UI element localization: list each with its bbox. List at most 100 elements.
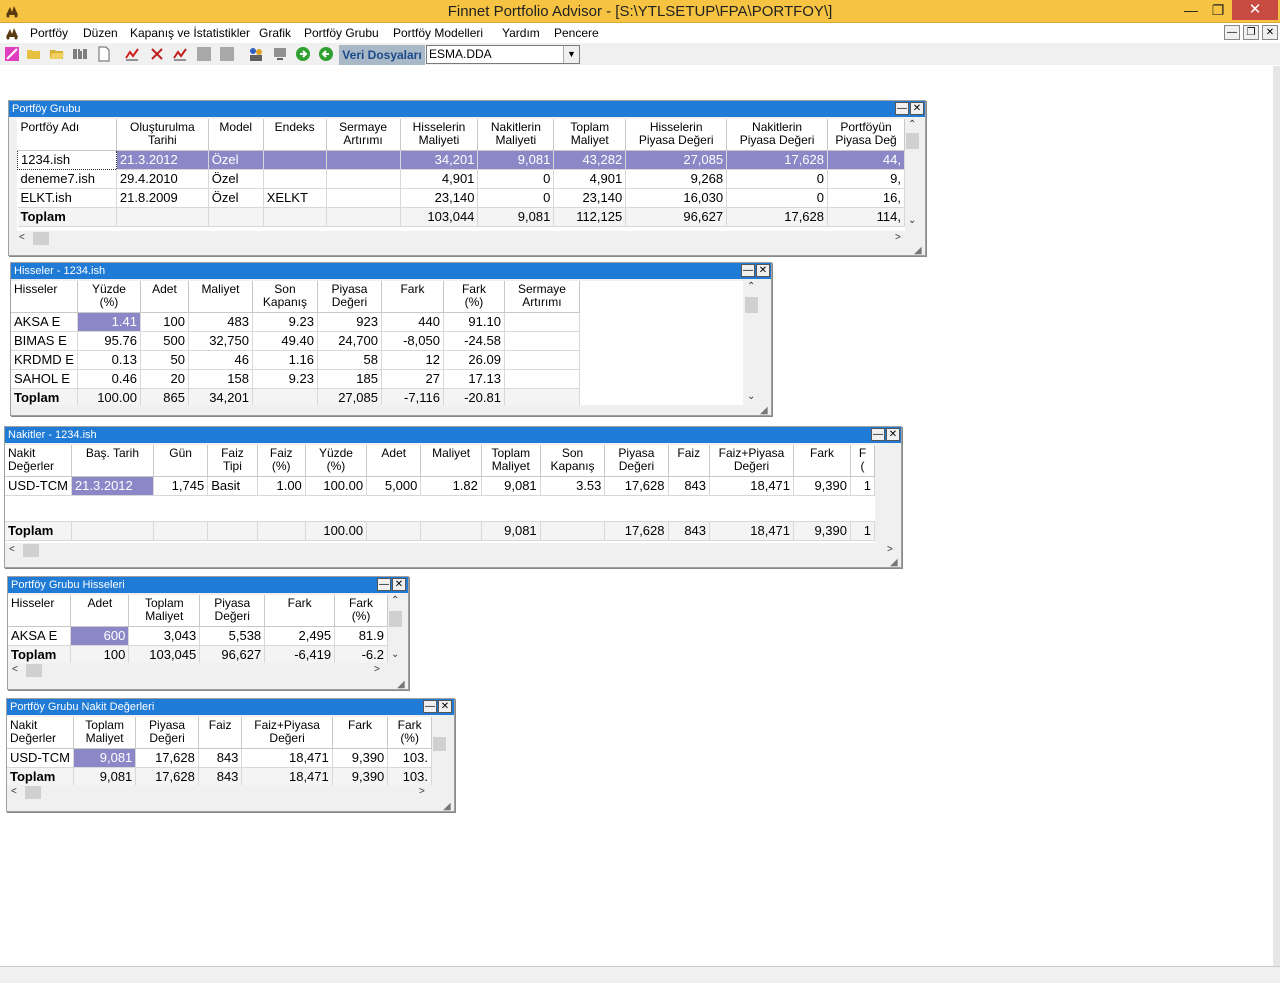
scroll-thumb[interactable] bbox=[23, 544, 39, 557]
scroll-thumb[interactable] bbox=[33, 232, 49, 245]
column-header[interactable]: Fark bbox=[793, 445, 851, 477]
column-header[interactable]: Hisseler bbox=[11, 281, 78, 313]
magic-icon[interactable] bbox=[4, 46, 20, 62]
column-header[interactable]: Toplam Maliyet bbox=[73, 717, 137, 749]
column-header[interactable]: F ( bbox=[850, 445, 875, 477]
resize-grip-icon[interactable]: ◢ bbox=[914, 245, 925, 255]
scroll-right-icon[interactable]: > bbox=[887, 544, 893, 555]
column-header[interactable]: Toplam Maliyet bbox=[128, 595, 201, 627]
folder-icon[interactable] bbox=[49, 46, 65, 62]
column-header[interactable]: Faiz+Piyasa Değeri bbox=[241, 717, 333, 749]
table-row[interactable]: ELKT.ish 21.8.2009 Özel XELKT 23,140 0 23,140 1… bbox=[17, 188, 905, 208]
minimize-button[interactable]: — bbox=[1176, 0, 1206, 20]
window-close-button[interactable]: ✕ bbox=[886, 428, 900, 441]
forward-arrow-icon[interactable] bbox=[295, 46, 311, 62]
mdi-close-button[interactable]: ✕ bbox=[1262, 25, 1278, 40]
people-icon[interactable] bbox=[248, 46, 264, 62]
scroll-left-icon[interactable]: < bbox=[12, 664, 18, 675]
window-close-button[interactable]: ✕ bbox=[756, 264, 770, 277]
scroll-right-icon[interactable]: > bbox=[419, 786, 425, 797]
window-minimize-button[interactable]: — bbox=[741, 264, 755, 277]
window-caption[interactable]: Portföy Grubu Hisseleri bbox=[8, 577, 408, 593]
window-caption[interactable]: Nakitler - 1234.ish bbox=[5, 427, 901, 443]
table-row[interactable]: USD-TCM 9,081 17,628 843 18,471 9,390 103. bbox=[7, 748, 432, 768]
window-close-button[interactable]: ✕ bbox=[910, 102, 924, 115]
column-header[interactable]: Piyasa Değeri bbox=[135, 717, 199, 749]
window-minimize-button[interactable]: — bbox=[895, 102, 909, 115]
column-header[interactable]: Oluşturulma Tarihi bbox=[116, 119, 209, 151]
barcode-icon[interactable] bbox=[72, 46, 88, 62]
column-header[interactable]: Faiz (%) bbox=[257, 445, 306, 477]
new-document-icon[interactable] bbox=[96, 46, 112, 62]
column-header[interactable]: Hisseler bbox=[8, 595, 72, 627]
chart-edit-icon[interactable] bbox=[172, 46, 188, 62]
window-minimize-button[interactable]: — bbox=[423, 700, 437, 713]
column-header[interactable]: Adet bbox=[366, 445, 422, 477]
column-header[interactable]: Nakitlerin Maliyeti bbox=[477, 119, 555, 151]
mdi-restore-button[interactable]: ❐ bbox=[1243, 25, 1259, 40]
table-row[interactable]: KRDMD E 0.13 50 46 1.16 58 12 26.09 bbox=[11, 350, 580, 370]
scroll-thumb[interactable] bbox=[26, 664, 42, 677]
scroll-thumb[interactable] bbox=[906, 133, 919, 149]
column-header[interactable]: Gün bbox=[153, 445, 209, 477]
window-minimize-button[interactable]: — bbox=[377, 578, 391, 591]
menu-kapanis[interactable]: Kapanış ve İstatistikler bbox=[130, 26, 250, 40]
column-header[interactable]: Portföyün Piyasa Değ bbox=[827, 119, 905, 151]
disabled-icon-1[interactable] bbox=[196, 46, 212, 62]
column-header[interactable]: Hisselerin Piyasa Değeri bbox=[625, 119, 728, 151]
scroll-right-icon[interactable]: > bbox=[374, 664, 380, 675]
window-caption[interactable]: Portföy Grubu Nakit Değerleri bbox=[7, 699, 454, 715]
table-row[interactable]: AKSA E 1.41 100 483 9.23 923 440 91.10 bbox=[11, 312, 580, 332]
menu-portfoy[interactable]: Portföy bbox=[30, 26, 68, 40]
scroll-left-icon[interactable]: < bbox=[11, 786, 17, 797]
open-folder-icon[interactable] bbox=[26, 46, 42, 62]
column-header[interactable]: Portföy Adı bbox=[17, 119, 117, 151]
column-header[interactable]: Yüzde (%) bbox=[77, 281, 141, 313]
chevron-down-icon[interactable]: ▼ bbox=[563, 46, 579, 63]
column-header[interactable]: Fark (%) bbox=[334, 595, 388, 627]
column-header[interactable]: Yüzde (%) bbox=[305, 445, 368, 477]
window-minimize-button[interactable]: — bbox=[871, 428, 885, 441]
window-close-button[interactable]: ✕ bbox=[438, 700, 452, 713]
column-header[interactable]: Adet bbox=[70, 595, 130, 627]
column-header[interactable]: Son Kapanış bbox=[540, 445, 606, 477]
resize-grip-icon[interactable]: ◢ bbox=[760, 405, 771, 415]
column-header[interactable]: Faiz Tipi bbox=[207, 445, 258, 477]
menu-grafik[interactable]: Grafik bbox=[259, 26, 291, 40]
scroll-left-icon[interactable]: < bbox=[9, 544, 15, 555]
column-header[interactable]: Son Kapanış bbox=[252, 281, 318, 313]
resize-grip-icon[interactable]: ◢ bbox=[890, 557, 901, 567]
column-header[interactable]: Sermaye Artırımı bbox=[504, 281, 580, 313]
table-row[interactable]: deneme7.ish 29.4.2010 Özel 4,901 0 4,901 9,268… bbox=[17, 169, 905, 189]
grup-nakit-vscroll[interactable] bbox=[432, 717, 447, 785]
window-caption[interactable]: Portföy Grubu bbox=[9, 101, 925, 117]
column-header[interactable]: Nakit Değerler bbox=[7, 717, 74, 749]
window-caption[interactable]: Hisseler - 1234.ish bbox=[11, 263, 771, 279]
menu-duzen[interactable]: Düzen bbox=[83, 26, 118, 40]
column-header[interactable]: Nakit Değerler bbox=[5, 445, 72, 477]
scroll-up-icon[interactable]: ⌃ bbox=[908, 119, 916, 130]
grup-hisseleri-hscroll[interactable]: < > bbox=[8, 663, 388, 678]
column-header[interactable]: Fark bbox=[381, 281, 444, 313]
column-header[interactable]: Faiz bbox=[198, 717, 243, 749]
column-header[interactable]: Fark bbox=[332, 717, 389, 749]
table-row[interactable]: SAHOL E 0.46 20 158 9.23 185 27 17.13 bbox=[11, 369, 580, 389]
scroll-thumb[interactable] bbox=[389, 611, 402, 627]
close-button[interactable]: ✕ bbox=[1232, 0, 1278, 20]
scroll-thumb[interactable] bbox=[433, 737, 446, 751]
scroll-thumb[interactable] bbox=[25, 786, 41, 799]
resize-grip-icon[interactable]: ◢ bbox=[397, 679, 408, 689]
scroll-up-icon[interactable]: ⌃ bbox=[391, 595, 399, 606]
table-row[interactable]: BIMAS E 95.76 500 32,750 49.40 24,700 -8,050 -2… bbox=[11, 331, 580, 351]
portfoy-grubu-vscroll[interactable]: ⌃ ⌄ bbox=[905, 119, 920, 231]
column-header[interactable]: Piyasa Değeri bbox=[604, 445, 669, 477]
scroll-left-icon[interactable]: < bbox=[19, 232, 25, 243]
column-header[interactable]: Sermaye Artırımı bbox=[326, 119, 401, 151]
scroll-thumb[interactable] bbox=[745, 297, 758, 313]
column-header[interactable]: Faiz bbox=[668, 445, 711, 477]
portfoy-grubu-hscroll[interactable]: < > bbox=[17, 231, 905, 246]
column-header[interactable]: Fark (%) bbox=[387, 717, 432, 749]
column-header[interactable]: Toplam Maliyet bbox=[553, 119, 627, 151]
nakitler-hscroll[interactable]: < > bbox=[5, 543, 901, 558]
monitor-icon[interactable] bbox=[272, 46, 288, 62]
